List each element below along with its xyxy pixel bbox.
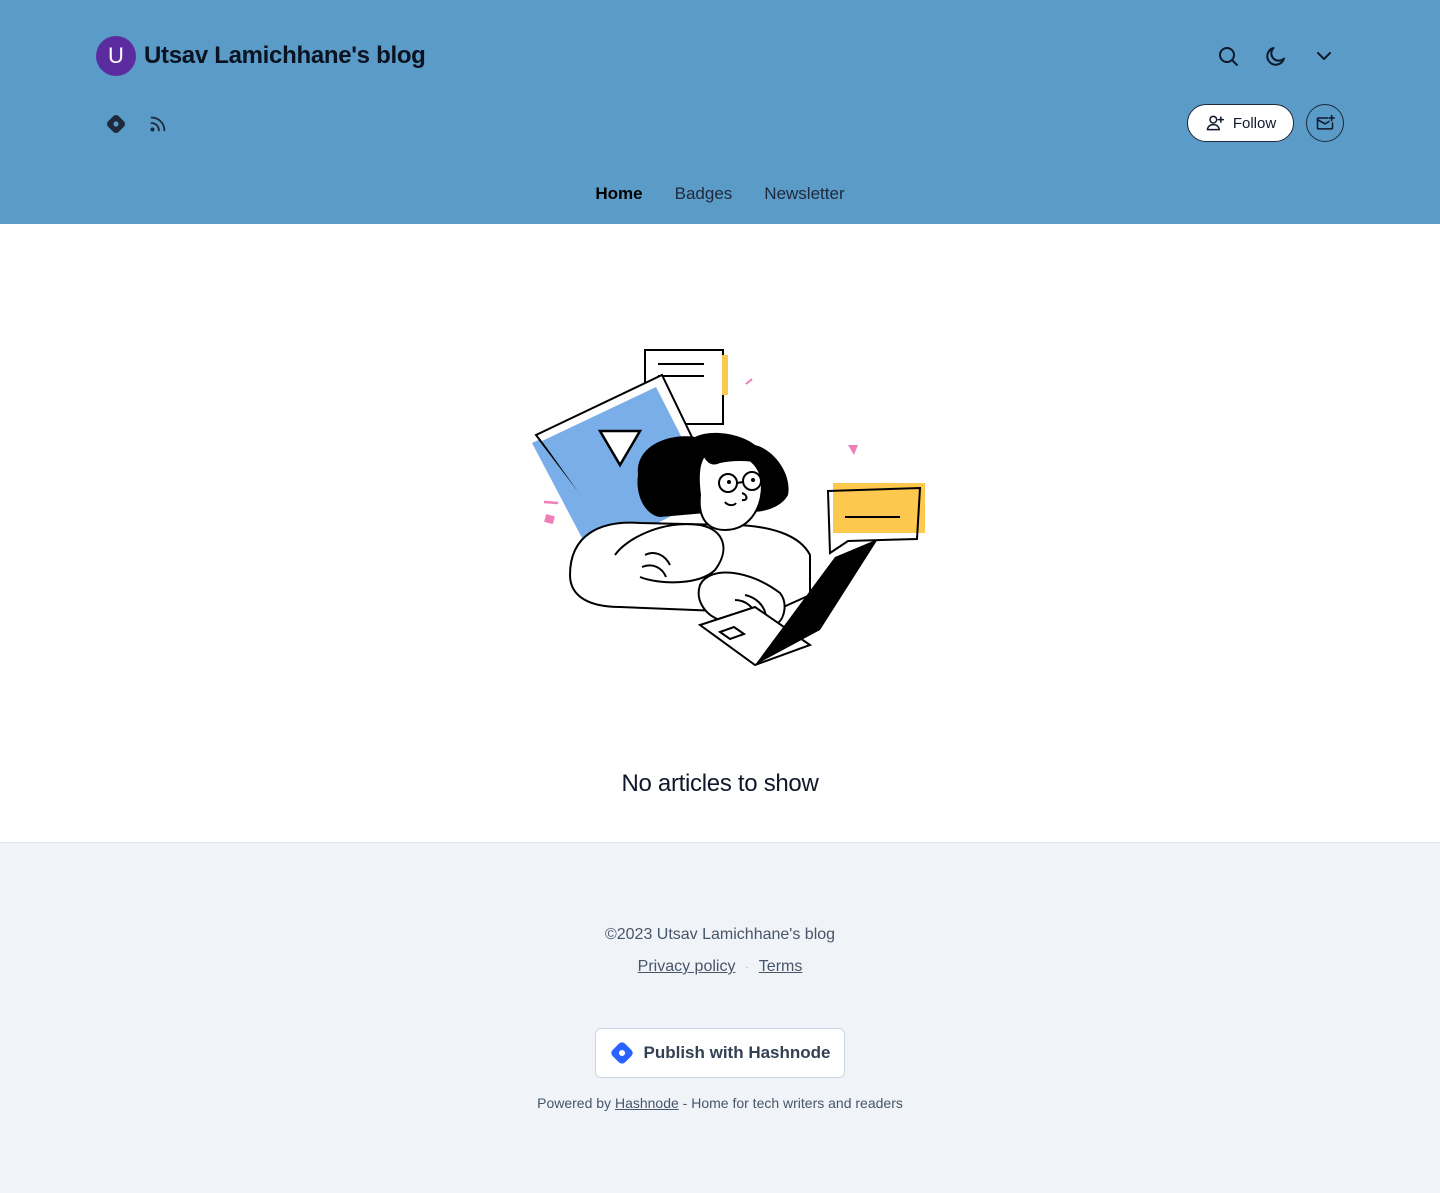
blog-title[interactable]: Utsav Lamichhane's blog — [144, 42, 426, 70]
rss-icon — [150, 116, 166, 132]
nav-item-home[interactable]: Home — [595, 184, 642, 204]
blog-header: U Utsav Lamichhane's blog Follow Home Ba… — [0, 0, 1440, 224]
header-actions: Follow — [1187, 104, 1344, 142]
newsletter-subscribe-button[interactable] — [1306, 104, 1344, 142]
blog-footer: ©2023 Utsav Lamichhane's blog Privacy po… — [0, 842, 1440, 1193]
avatar[interactable]: U — [96, 36, 136, 76]
follow-button[interactable]: Follow — [1187, 104, 1294, 142]
blog-brand[interactable]: U Utsav Lamichhane's blog — [96, 36, 426, 76]
hashnode-icon — [106, 114, 126, 134]
search-button[interactable] — [1208, 36, 1248, 76]
terms-link[interactable]: Terms — [759, 958, 803, 976]
theme-toggle-button[interactable] — [1256, 36, 1296, 76]
nav-item-badges[interactable]: Badges — [675, 184, 733, 204]
header-toolbar — [1208, 36, 1344, 76]
blog-nav: Home Badges Newsletter — [0, 184, 1440, 204]
empty-state-message: No articles to show — [621, 770, 819, 797]
moon-icon — [1266, 47, 1285, 66]
social-links — [96, 104, 178, 144]
chevron-down-icon — [1317, 52, 1331, 60]
powered-suffix: - Home for tech writers and readers — [682, 1095, 903, 1111]
mail-plus-icon — [1316, 114, 1335, 130]
powered-prefix: Powered by — [537, 1095, 612, 1111]
legal-links: Privacy policy · Terms — [0, 958, 1440, 976]
hashnode-link[interactable]: Hashnode — [615, 1095, 679, 1111]
powered-by-text: Powered by Hashnode - Home for tech writ… — [0, 1095, 1440, 1111]
search-icon — [1219, 47, 1238, 66]
empty-state-illustration — [532, 349, 925, 667]
user-plus-icon — [1206, 115, 1224, 131]
publish-label: Publish with Hashnode — [643, 1043, 831, 1062]
hashnode-logo-icon — [611, 1042, 634, 1064]
publish-with-hashnode-button[interactable]: Publish with Hashnode — [595, 1028, 845, 1078]
privacy-policy-link[interactable]: Privacy policy — [638, 958, 736, 976]
copyright-text: ©2023 Utsav Lamichhane's blog — [604, 926, 836, 943]
rss-feed-link[interactable] — [138, 104, 178, 144]
hashnode-profile-link[interactable] — [96, 104, 136, 144]
more-menu-button[interactable] — [1304, 36, 1344, 76]
separator-dot: · — [745, 961, 749, 973]
nav-item-newsletter[interactable]: Newsletter — [764, 184, 844, 204]
follow-label: Follow — [1232, 114, 1277, 132]
